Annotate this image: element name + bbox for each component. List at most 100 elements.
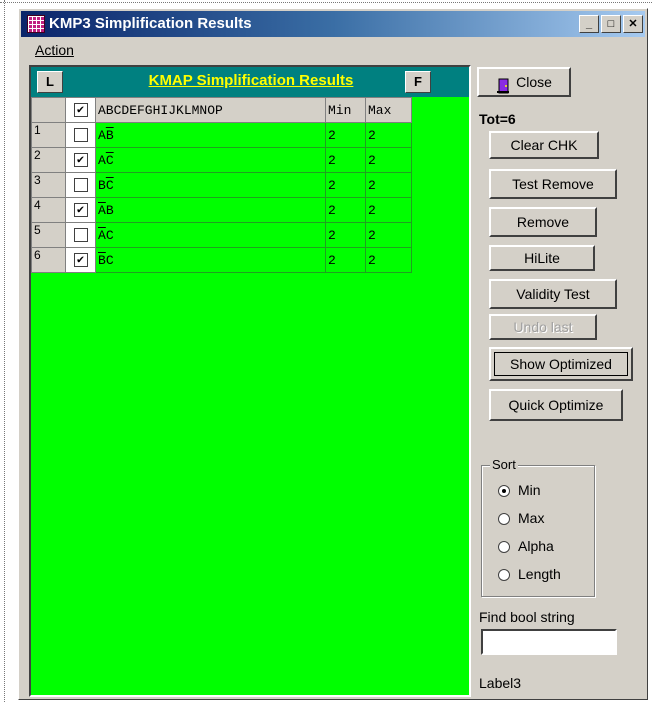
row-checkbox[interactable] <box>73 178 88 193</box>
min-cell: 2 <box>325 222 366 248</box>
sort-option-max[interactable]: Max <box>498 510 544 526</box>
table-row[interactable]: 3 BC 2 2 <box>31 172 412 198</box>
close-button[interactable]: Close <box>477 67 571 97</box>
window-title: KMP3 Simplification Results <box>49 15 252 32</box>
sort-option-alpha[interactable]: Alpha <box>498 538 554 554</box>
row-number: 5 <box>31 222 66 248</box>
min-cell: 2 <box>325 172 366 198</box>
close-button-label: Close <box>516 74 552 90</box>
radio-button[interactable] <box>498 569 510 582</box>
min-cell: 2 <box>325 247 366 273</box>
results-grid: ✔ ABCDEFGHIJKLMNOP Min Max 1 AB 2 2 2 ✔ AC 2 2 3 B… <box>31 97 412 273</box>
row-checkbox[interactable]: ✔ <box>73 253 88 268</box>
table-row[interactable]: 5 AC 2 2 <box>31 222 412 248</box>
grid-header-row: ✔ ABCDEFGHIJKLMNOP Min Max <box>31 97 412 123</box>
term-cell[interactable]: BC <box>95 172 326 198</box>
test-remove-button[interactable]: Test Remove <box>489 169 617 199</box>
hilite-button[interactable]: HiLite <box>489 245 595 271</box>
find-bool-input[interactable] <box>481 629 617 655</box>
validity-test-button[interactable]: Validity Test <box>489 279 617 309</box>
results-panel: L KMAP Simplification Results F ✔ ABCDEF… <box>29 65 471 697</box>
term-var-1: A <box>98 227 106 243</box>
term-var-1: A <box>98 202 106 218</box>
max-cell: 2 <box>365 197 412 223</box>
row-checkbox-cell[interactable]: ✔ <box>65 147 96 173</box>
row-checkbox[interactable]: ✔ <box>73 203 88 218</box>
term-cell[interactable]: AC <box>95 147 326 173</box>
term-var-1: B <box>98 252 106 268</box>
remove-button[interactable]: Remove <box>489 207 597 237</box>
max-cell: 2 <box>365 122 412 148</box>
row-checkbox-cell[interactable] <box>65 172 96 198</box>
sort-option-label: Alpha <box>518 538 554 554</box>
title-bar[interactable]: KMP3 Simplification Results _ □ ✕ <box>21 11 645 37</box>
term-var-1: B <box>98 177 106 193</box>
menu-action-label: Action <box>35 42 74 58</box>
sort-legend: Sort <box>490 457 518 472</box>
radio-button[interactable] <box>498 485 510 498</box>
term-var-1: A <box>98 152 106 168</box>
table-row[interactable]: 4 ✔ AB 2 2 <box>31 197 412 223</box>
term-var-1: A <box>98 127 106 143</box>
screen-guide-top <box>0 2 652 3</box>
row-number: 3 <box>31 172 66 198</box>
row-checkbox-cell[interactable] <box>65 122 96 148</box>
row-checkbox[interactable]: ✔ <box>73 153 88 168</box>
menu-action[interactable]: Action <box>35 42 74 58</box>
find-label: Find bool string <box>479 609 575 625</box>
radio-button[interactable] <box>498 513 510 526</box>
quick-optimize-button[interactable]: Quick Optimize <box>489 389 623 421</box>
clear-chk-button[interactable]: Clear CHK <box>489 131 599 159</box>
door-exit-icon <box>496 76 510 94</box>
row-checkbox-cell[interactable]: ✔ <box>65 197 96 223</box>
max-cell: 2 <box>365 247 412 273</box>
status-label: Label3 <box>479 675 522 691</box>
row-checkbox-cell[interactable]: ✔ <box>65 247 96 273</box>
term-cell[interactable]: BC <box>95 247 326 273</box>
sort-option-label: Min <box>518 482 541 498</box>
min-header[interactable]: Min <box>325 97 366 123</box>
app-grid-icon <box>27 15 45 33</box>
min-cell: 2 <box>325 147 366 173</box>
undo-last-button[interactable]: Undo last <box>489 314 597 340</box>
check-all-header[interactable]: ✔ <box>65 97 96 123</box>
panel-title: KMAP Simplification Results <box>148 72 354 89</box>
term-cell[interactable]: AB <box>95 197 326 223</box>
term-var-2: C <box>105 152 114 168</box>
sort-option-label: Length <box>518 566 561 582</box>
max-header[interactable]: Max <box>365 97 412 123</box>
row-checkbox[interactable] <box>73 228 88 243</box>
menu-bar: Action <box>21 39 645 61</box>
minimize-button[interactable]: _ <box>579 15 599 33</box>
panel-header: L KMAP Simplification Results F <box>31 67 469 97</box>
vars-header: ABCDEFGHIJKLMNOP <box>95 97 326 123</box>
sort-option-length[interactable]: Length <box>498 566 561 582</box>
min-cell: 2 <box>325 197 366 223</box>
term-cell[interactable]: AB <box>95 122 326 148</box>
term-cell[interactable]: AC <box>95 222 326 248</box>
term-var-2: C <box>105 177 114 193</box>
check-all-checkbox[interactable]: ✔ <box>73 103 88 118</box>
sort-option-label: Max <box>518 510 545 526</box>
sort-group: Sort Min Max Alpha Length <box>481 457 595 597</box>
l-button[interactable]: L <box>37 71 63 93</box>
row-checkbox-cell[interactable] <box>65 222 96 248</box>
window-close-button[interactable]: ✕ <box>623 15 643 33</box>
screen-guide-left <box>4 0 5 702</box>
show-optimized-button[interactable]: Show Optimized <box>489 347 633 381</box>
radio-button[interactable] <box>498 541 510 554</box>
table-row[interactable]: 1 AB 2 2 <box>31 122 412 148</box>
f-button[interactable]: F <box>405 71 431 93</box>
row-checkbox[interactable] <box>73 128 88 143</box>
sort-option-min[interactable]: Min <box>498 482 541 498</box>
max-cell: 2 <box>365 222 412 248</box>
row-number: 2 <box>31 147 66 173</box>
maximize-button[interactable]: □ <box>601 15 621 33</box>
total-count: Tot=6 <box>479 111 516 127</box>
min-cell: 2 <box>325 122 366 148</box>
term-var-2: C <box>105 227 114 243</box>
table-row[interactable]: 2 ✔ AC 2 2 <box>31 147 412 173</box>
table-row[interactable]: 6 ✔ BC 2 2 <box>31 247 412 273</box>
row-number-header <box>31 97 66 123</box>
term-var-2: B <box>105 127 114 143</box>
